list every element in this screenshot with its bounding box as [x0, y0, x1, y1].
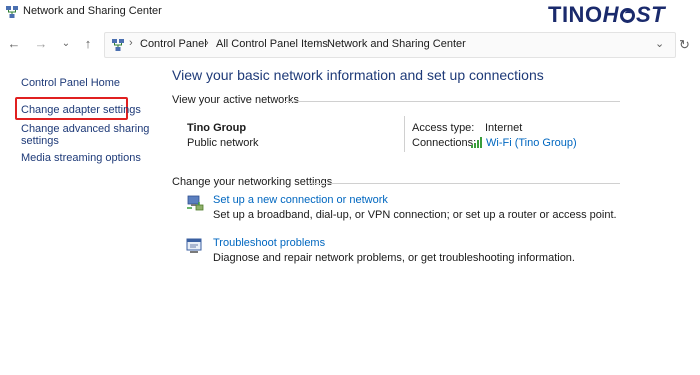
back-arrow-icon[interactable]: ←	[6, 36, 22, 52]
breadcrumb-network-center[interactable]: Network and Sharing Center	[327, 38, 466, 50]
breadcrumb-all-items[interactable]: All Control Panel Items	[216, 38, 328, 50]
connections-label: Connections:	[412, 137, 477, 149]
access-type-label: Access type:	[412, 122, 475, 134]
sidebar-item-home[interactable]: Control Panel Home	[21, 77, 120, 89]
refresh-icon[interactable]: ↻	[679, 37, 690, 53]
brand-text-3: ST	[635, 2, 666, 27]
wifi-signal-icon	[471, 137, 482, 148]
address-bar[interactable]: › Control Panel › All Control Panel Item…	[104, 32, 676, 58]
divider	[404, 116, 405, 152]
breadcrumb-separator-icon: ›	[316, 37, 320, 49]
brand-o-icon	[619, 8, 635, 23]
chevron-down-icon[interactable]: ⌄	[58, 36, 74, 52]
troubleshoot-description: Diagnose and repair network problems, or…	[213, 252, 575, 264]
network-type[interactable]: Public network	[187, 137, 259, 149]
troubleshoot-icon	[186, 238, 202, 253]
breadcrumb-control-panel[interactable]: Control Panel	[140, 38, 207, 50]
title-bar: Network and Sharing Center TINOH ST	[0, 0, 700, 28]
change-settings-label: Change your networking settings	[172, 176, 333, 188]
network-sharing-icon	[6, 6, 18, 18]
active-networks-label: View your active networks	[172, 94, 299, 106]
sidebar-item-advanced-sharing[interactable]: Change advanced sharing settings	[21, 123, 149, 147]
up-arrow-icon[interactable]: ↑	[80, 36, 96, 52]
divider	[310, 183, 620, 184]
sidebar-item-label: Change advanced sharing	[21, 123, 150, 135]
troubleshoot-link[interactable]: Troubleshoot problems	[213, 237, 325, 249]
sidebar-item-media-streaming[interactable]: Media streaming options	[21, 152, 141, 164]
breadcrumb-separator-icon: ›	[205, 37, 209, 49]
setup-connection-link[interactable]: Set up a new connection or network	[213, 194, 388, 206]
setup-connection-description: Set up a broadband, dial-up, or VPN conn…	[213, 209, 617, 221]
sidebar-item-label: settings	[21, 135, 59, 147]
wifi-connection-link[interactable]: Wi-Fi (Tino Group)	[486, 137, 577, 149]
forward-arrow-icon[interactable]: →	[33, 36, 49, 52]
new-connection-icon	[187, 195, 204, 211]
brand-logo: TINOH ST	[548, 2, 665, 28]
control-panel-icon	[112, 39, 124, 51]
page-title: View your basic network information and …	[172, 67, 544, 83]
window-title: Network and Sharing Center	[23, 5, 162, 17]
access-type-value: Internet	[485, 122, 523, 134]
sidebar-item-adapter-settings[interactable]: Change adapter settings	[21, 104, 141, 116]
chevron-down-icon[interactable]: ⌄	[655, 37, 664, 50]
brand-text-1: TINO	[548, 2, 603, 27]
divider	[285, 101, 620, 102]
breadcrumb-separator-icon: ›	[129, 37, 133, 49]
brand-text-2: H	[602, 2, 619, 27]
network-name: Tino Group	[187, 122, 247, 134]
